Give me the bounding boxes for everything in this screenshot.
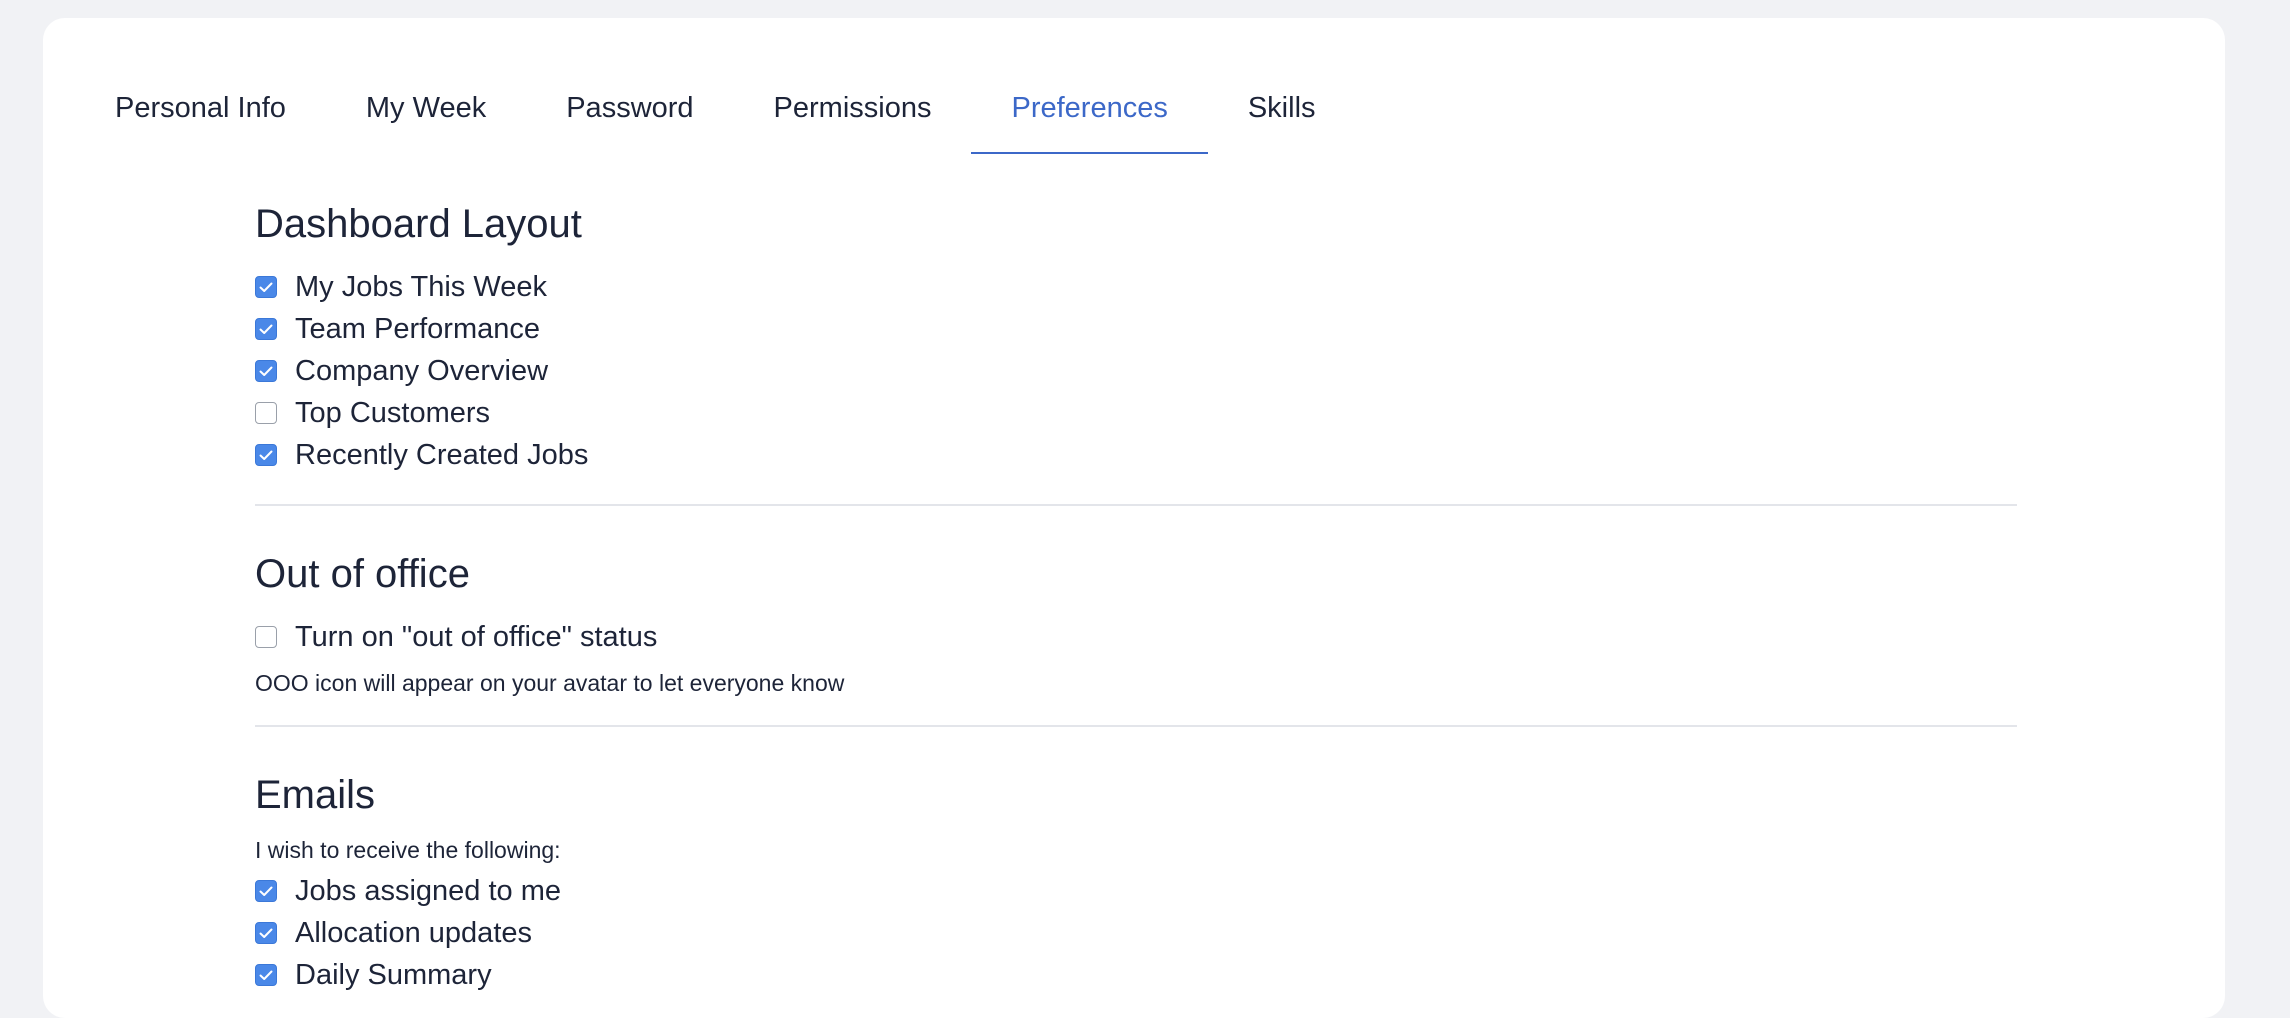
tab-password[interactable]: Password (526, 56, 733, 154)
section-divider (255, 504, 2017, 506)
dashboard-checkbox-row[interactable]: My Jobs This Week (255, 266, 2017, 308)
out-of-office-note: OOO icon will appear on your avatar to l… (255, 670, 845, 696)
tab-my-week[interactable]: My Week (326, 56, 526, 154)
section-divider (255, 725, 2017, 727)
dashboard-option-label: Top Customers (295, 396, 491, 429)
dashboard-checkbox-row[interactable]: Team Performance (255, 308, 2017, 350)
email-checkbox-row[interactable]: Daily Summary (255, 954, 2017, 996)
email-option-label: Jobs assigned to me (295, 874, 561, 907)
dashboard-checkbox-row[interactable]: Recently Created Jobs (255, 434, 2017, 476)
out-of-office-title: Out of office (255, 552, 470, 596)
email-option-label: Daily Summary (295, 958, 492, 991)
checkbox-checked-icon[interactable] (255, 964, 277, 986)
tab-preferences[interactable]: Preferences (971, 56, 1209, 154)
email-options: Jobs assigned to me Allocation updates Dai… (255, 870, 2017, 996)
dashboard-layout-options: My Jobs This Week Team Performance Company… (255, 266, 2017, 476)
checkbox-checked-icon[interactable] (255, 318, 277, 340)
emails-title: Emails (255, 773, 376, 817)
checkbox-checked-icon[interactable] (255, 444, 277, 466)
checkbox-checked-icon[interactable] (255, 880, 277, 902)
out-of-office-checkbox[interactable]: Turn on "out of office" status (255, 616, 2017, 658)
tab-personal-info[interactable]: Personal Info (115, 56, 326, 154)
checkbox-checked-icon[interactable] (255, 360, 277, 382)
preferences-content: Dashboard Layout My Jobs This Week Team P… (255, 198, 2017, 996)
dashboard-option-label: Team Performance (295, 312, 540, 345)
emails-intro: I wish to receive the following: (255, 837, 561, 863)
email-checkbox-row[interactable]: Jobs assigned to me (255, 870, 2017, 912)
checkbox-icon[interactable] (255, 626, 277, 648)
email-checkbox-row[interactable]: Allocation updates (255, 912, 2017, 954)
dashboard-option-label: Recently Created Jobs (295, 438, 589, 471)
checkbox-unchecked-icon[interactable] (255, 402, 277, 424)
out-of-office-label: Turn on "out of office" status (295, 620, 658, 653)
dashboard-checkbox-row[interactable]: Company Overview (255, 350, 2017, 392)
dashboard-checkbox-row[interactable]: Top Customers (255, 392, 2017, 434)
checkbox-checked-icon[interactable] (255, 922, 277, 944)
tab-permissions[interactable]: Permissions (734, 56, 972, 154)
tab-skills[interactable]: Skills (1208, 56, 1356, 154)
dashboard-option-label: My Jobs This Week (295, 270, 547, 303)
dashboard-option-label: Company Overview (295, 354, 549, 387)
settings-card: Personal Info My Week Password Permissio… (43, 18, 2225, 1018)
dashboard-layout-title: Dashboard Layout (255, 202, 582, 246)
email-option-label: Allocation updates (295, 916, 532, 949)
tab-bar: Personal Info My Week Password Permissio… (115, 56, 1356, 154)
checkbox-checked-icon[interactable] (255, 276, 277, 298)
